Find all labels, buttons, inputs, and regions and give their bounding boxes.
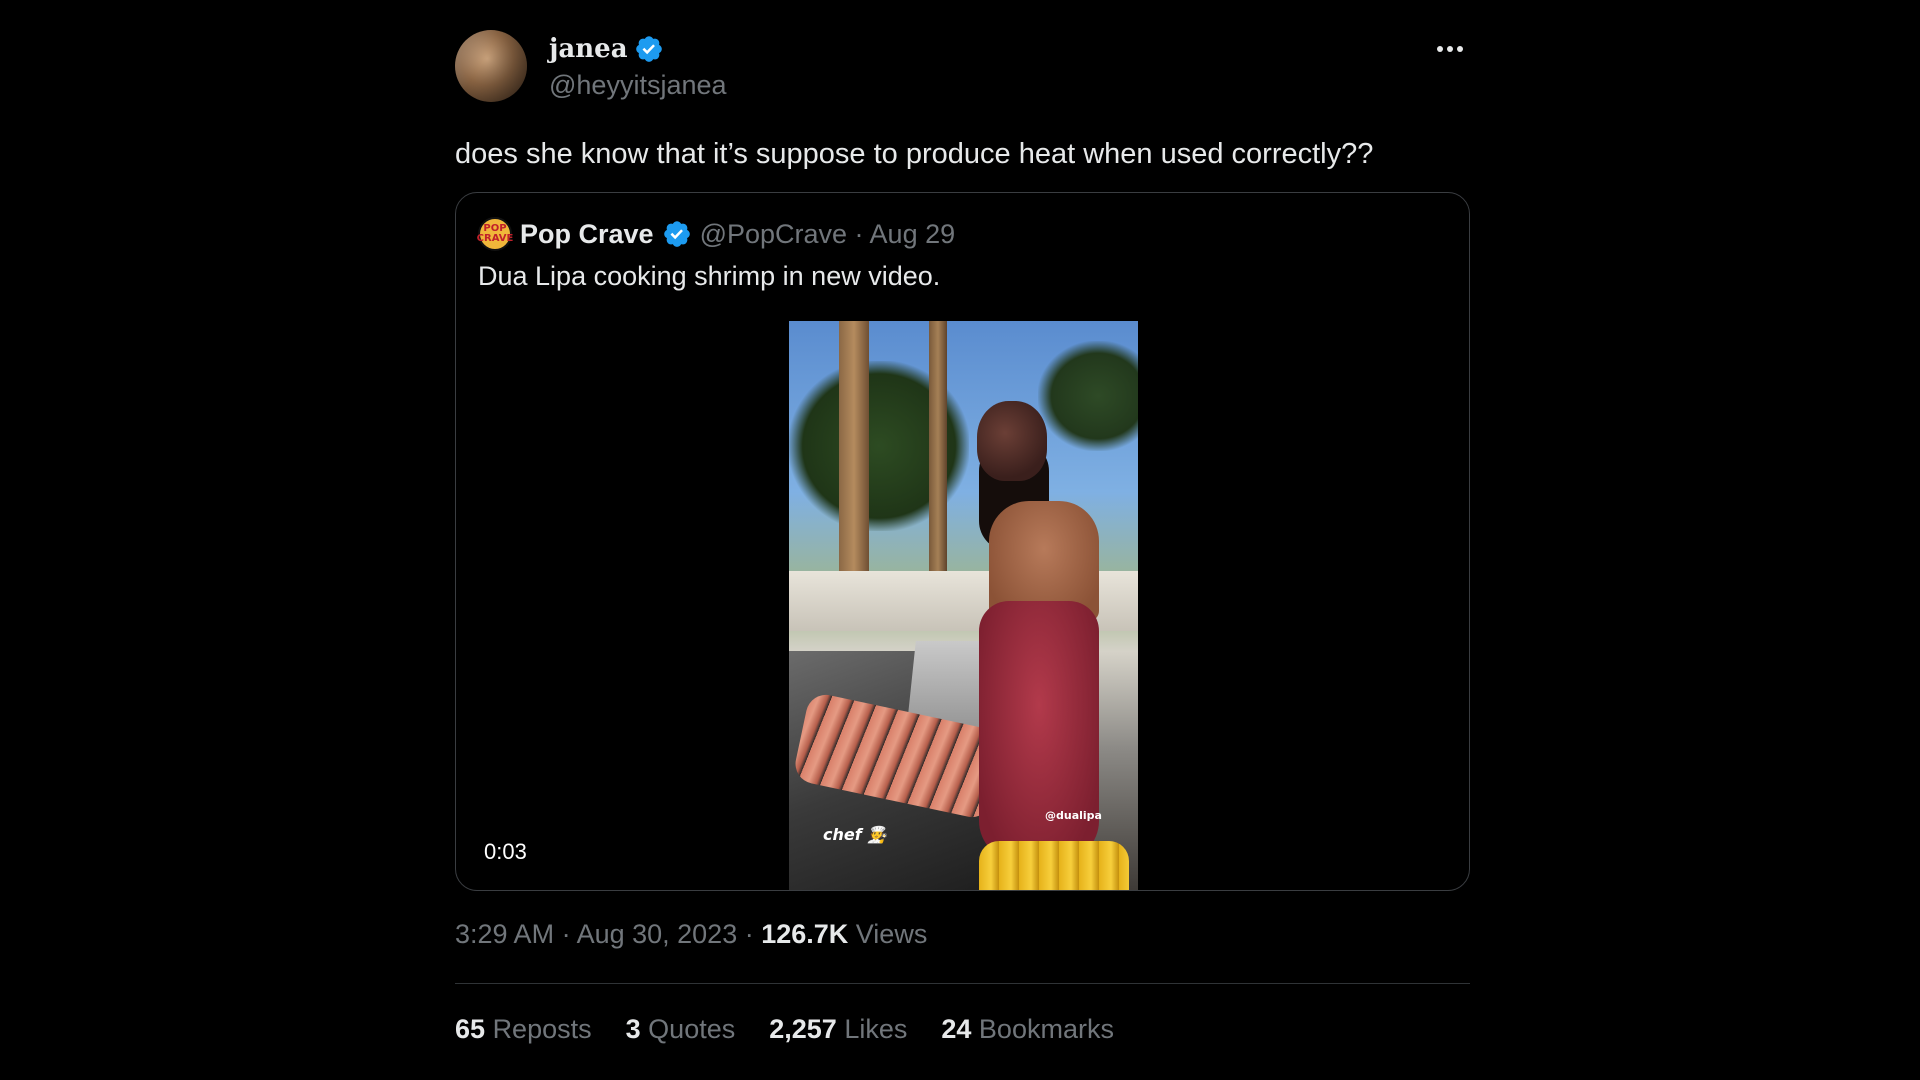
quoted-text: Dua Lipa cooking shrimp in new video. bbox=[478, 261, 941, 291]
video-scene-corn bbox=[979, 841, 1129, 890]
stat-number: 65 bbox=[455, 1014, 486, 1044]
stat-label: Likes bbox=[844, 1014, 908, 1044]
tweet: janea @heyyitsjanea does she know that i… bbox=[455, 28, 1470, 1045]
video-scene-pole bbox=[929, 321, 947, 611]
more-dot bbox=[1457, 46, 1463, 52]
tweet-header: janea @heyyitsjanea bbox=[455, 28, 1470, 104]
quoted-display-name: Pop Crave bbox=[520, 218, 654, 249]
more-options-icon[interactable] bbox=[1430, 34, 1470, 64]
tweet-text: does she know that it’s suppose to produ… bbox=[455, 138, 1374, 170]
quoted-avatar: POP CRAVE bbox=[477, 217, 513, 251]
more-dot bbox=[1437, 46, 1443, 52]
tweet-timestamp[interactable]: 3:29 AM · Aug 30, 2023 · bbox=[455, 919, 761, 949]
video-scene-dress bbox=[979, 601, 1099, 861]
quoted-tweet[interactable]: POP CRAVE Pop Crave @PopCrave · Aug 29 D… bbox=[455, 192, 1470, 891]
views-count: 126.7K bbox=[761, 919, 849, 949]
avatar[interactable] bbox=[455, 30, 527, 102]
quoted-handle-date: @PopCrave · Aug 29 bbox=[699, 218, 956, 249]
stat-bookmarks[interactable]: 24 Bookmarks bbox=[941, 1014, 1114, 1045]
stat-quotes[interactable]: 3 Quotes bbox=[626, 1014, 736, 1045]
stat-likes[interactable]: 2,257 Likes bbox=[769, 1014, 907, 1045]
video-overlay-caption: chef 🧑‍🍳 bbox=[823, 825, 888, 844]
author-handle[interactable]: @heyyitsjanea bbox=[549, 70, 727, 101]
stat-label: Reposts bbox=[492, 1014, 592, 1044]
video-scene-pole bbox=[839, 321, 869, 581]
video-player[interactable]: chef 🧑‍🍳 @dualipa bbox=[789, 321, 1138, 890]
stat-label: Quotes bbox=[648, 1014, 736, 1044]
views-label: Views bbox=[848, 919, 928, 949]
video-duration: 0:03 bbox=[484, 839, 527, 864]
video-scene-head bbox=[977, 401, 1047, 481]
display-name[interactable]: janea bbox=[549, 34, 628, 64]
author-names: janea @heyyitsjanea bbox=[549, 30, 727, 101]
engagement-stats: 65 Reposts 3 Quotes 2,257 Likes 24 Bookm… bbox=[455, 1014, 1470, 1045]
video-overlay-tag: @dualipa bbox=[1045, 809, 1102, 822]
stat-reposts[interactable]: 65 Reposts bbox=[455, 1014, 592, 1045]
verified-badge-icon bbox=[635, 36, 662, 62]
stat-number: 24 bbox=[941, 1014, 972, 1044]
stat-label: Bookmarks bbox=[978, 1014, 1114, 1044]
tweet-meta: 3:29 AM · Aug 30, 2023 · 126.7K Views bbox=[455, 919, 1470, 959]
quoted-verified-badge-icon bbox=[663, 221, 690, 247]
more-dot bbox=[1447, 46, 1453, 52]
divider bbox=[455, 983, 1470, 984]
avatar-shade bbox=[455, 30, 527, 102]
display-name-row: janea bbox=[549, 30, 727, 68]
stat-number: 3 bbox=[625, 1014, 641, 1044]
stat-number: 2,257 bbox=[769, 1014, 837, 1044]
quoted-tweet-header: POP CRAVE Pop Crave @PopCrave · Aug 29 bbox=[477, 215, 956, 253]
